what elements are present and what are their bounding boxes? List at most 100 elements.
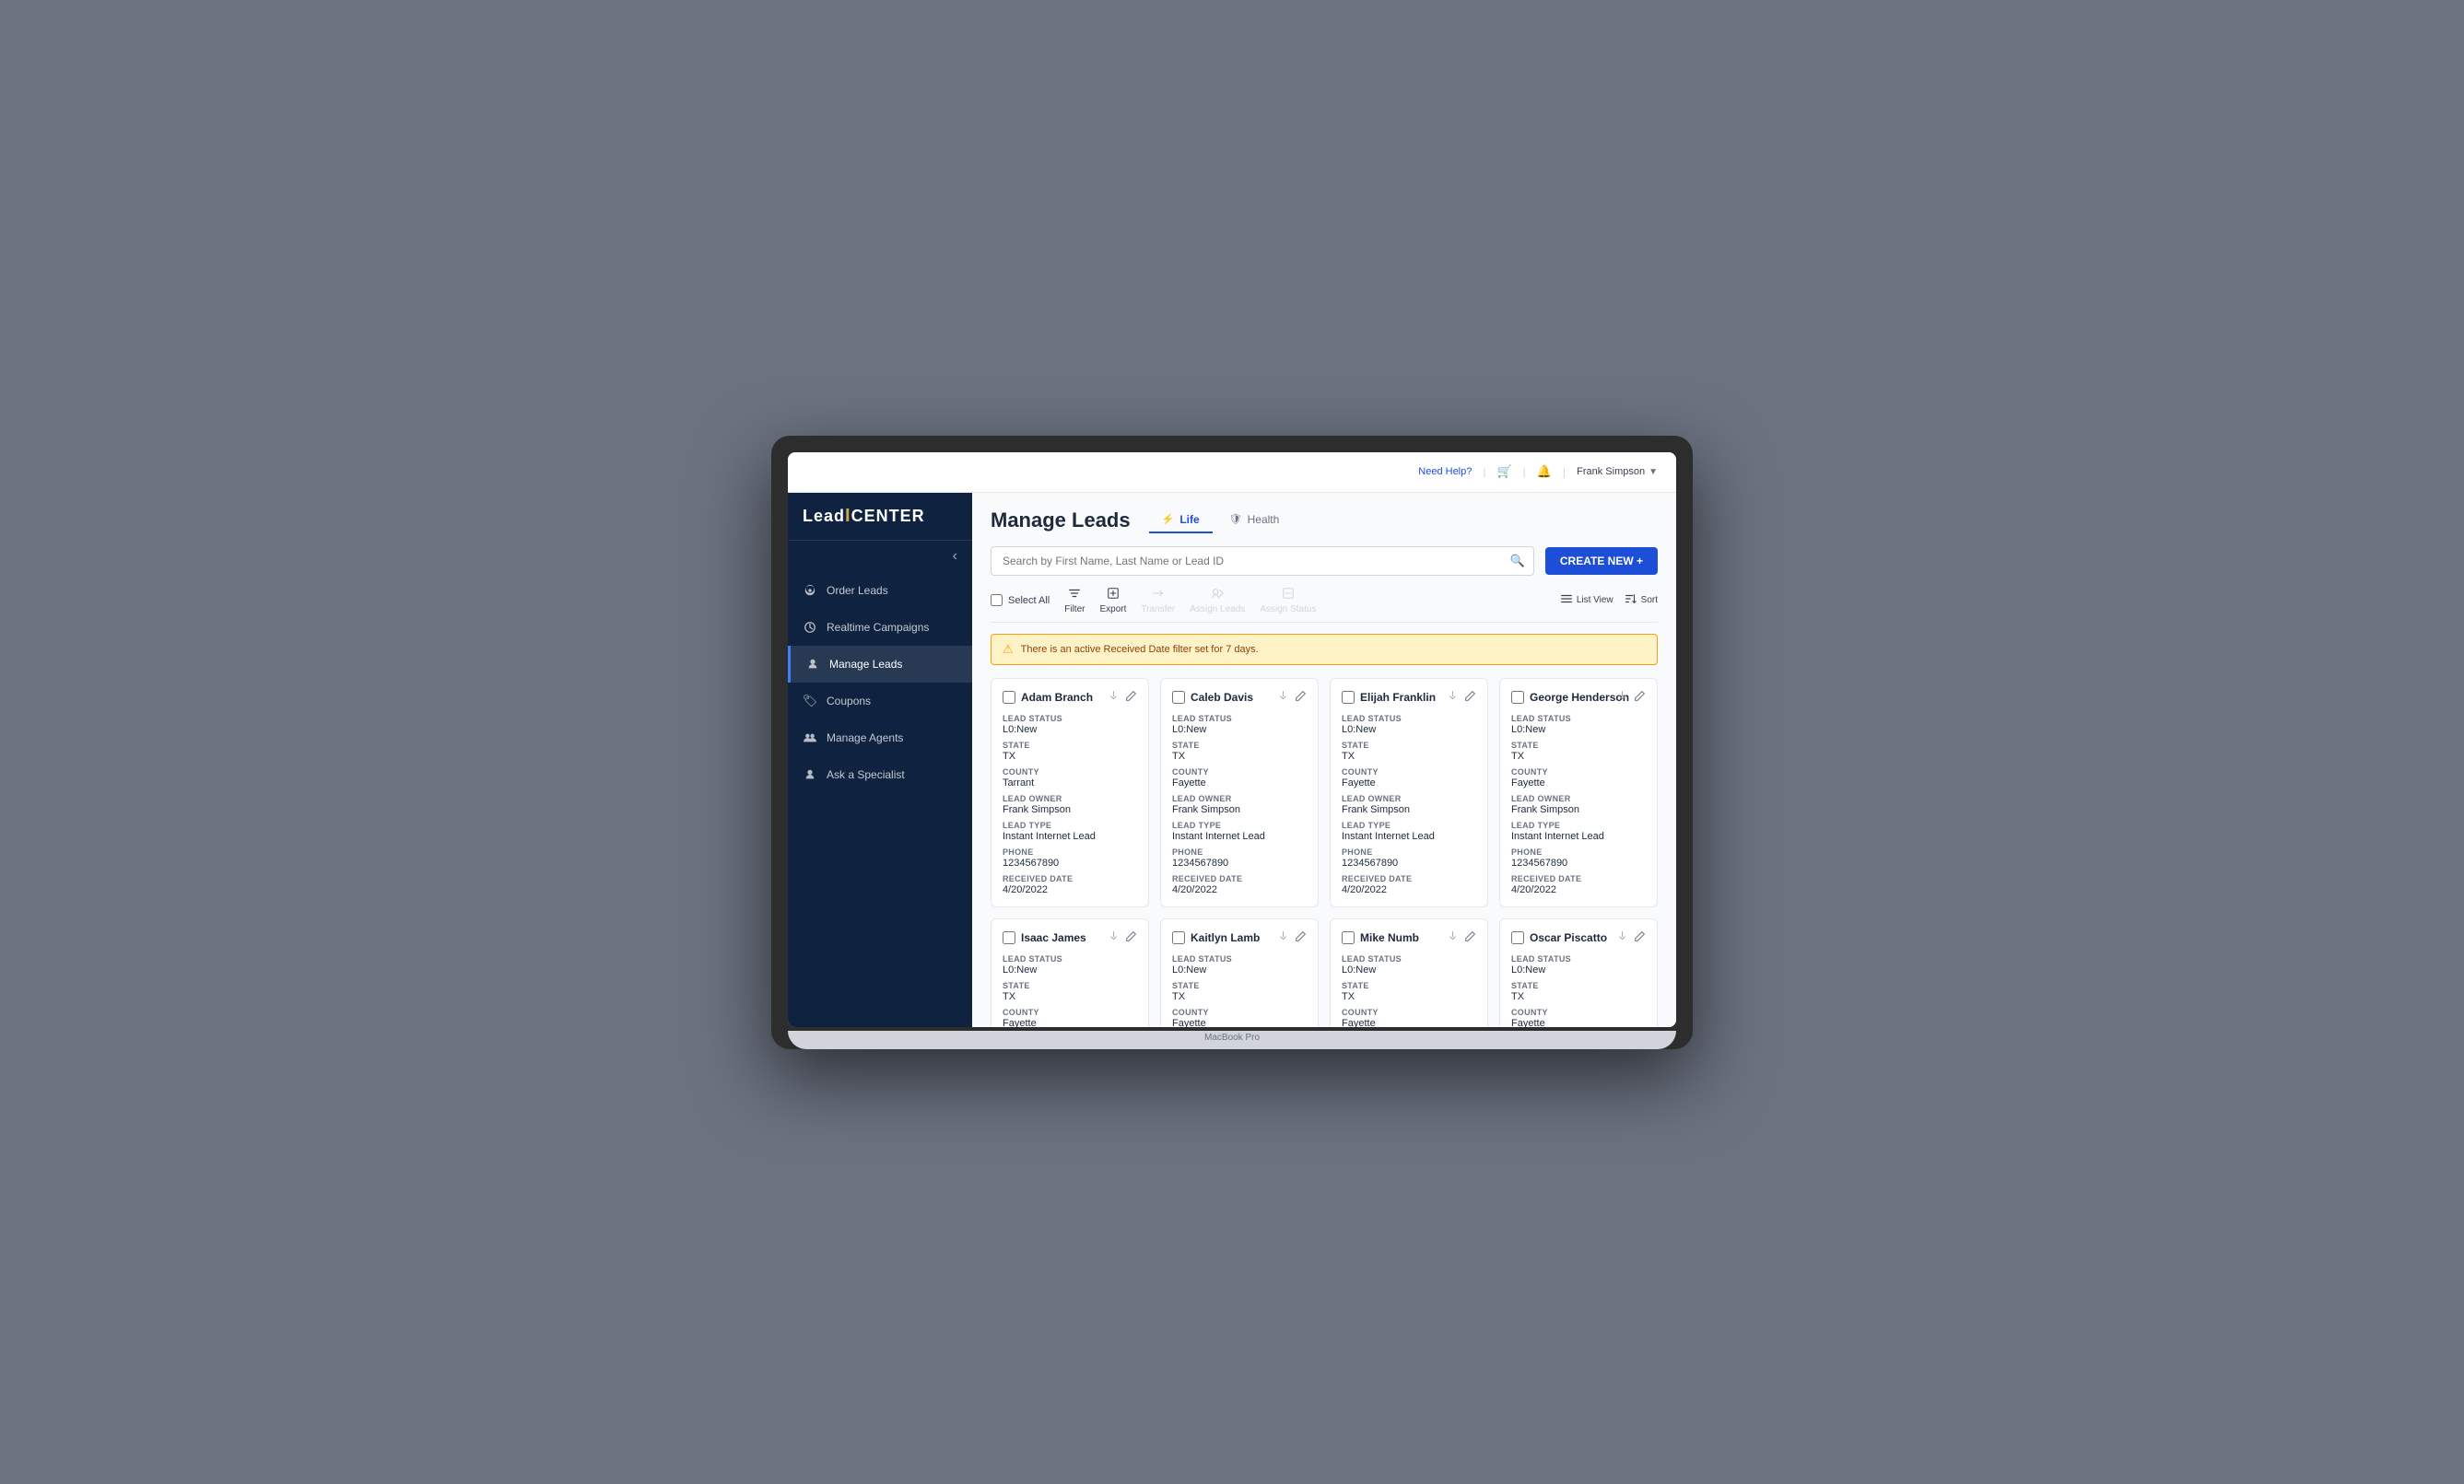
cart-icon[interactable]: 🛒 [1496, 464, 1511, 479]
card-checkbox[interactable] [1003, 931, 1015, 944]
select-all-checkbox[interactable] [991, 594, 1003, 606]
county-value: Fayette [1172, 777, 1307, 789]
create-new-button[interactable]: CREATE NEW + [1545, 547, 1658, 575]
export-button[interactable]: Export [1099, 587, 1126, 614]
sidebar-collapse[interactable]: ‹ [788, 541, 972, 572]
assign-status-icon [1282, 587, 1295, 602]
county-label: County [1342, 767, 1476, 777]
lead-owner-field: Lead Owner Frank Simpson [1511, 794, 1646, 815]
pin-icon[interactable] [1109, 930, 1119, 943]
search-input[interactable] [991, 546, 1534, 576]
received-date-field: Received Date 4/20/2022 [1003, 874, 1137, 895]
lead-status-value: L0:New [1511, 964, 1646, 976]
card-checkbox[interactable] [1342, 931, 1355, 944]
pin-icon[interactable] [1278, 930, 1288, 943]
sidebar-item-manage-agents[interactable]: Manage Agents [788, 719, 972, 756]
county-label: County [1003, 1008, 1137, 1017]
card-checkbox[interactable] [1172, 931, 1185, 944]
search-icon: 🔍 [1510, 554, 1525, 568]
card-name-row: Elijah Franklin [1342, 691, 1436, 704]
card-checkbox[interactable] [1511, 691, 1524, 704]
pin-icon[interactable] [1278, 690, 1288, 703]
pin-icon[interactable] [1448, 930, 1458, 943]
assign-leads-button[interactable]: Assign Leads [1190, 587, 1245, 614]
topbar-divider-1: | [1483, 465, 1485, 478]
lead-owner-value: Frank Simpson [1511, 804, 1646, 815]
card-checkbox[interactable] [1003, 691, 1015, 704]
tab-health-label: Health [1248, 513, 1280, 526]
card-checkbox[interactable] [1511, 931, 1524, 944]
sidebar-item-ask-specialist[interactable]: Ask a Specialist [788, 756, 972, 793]
pin-icon[interactable] [1448, 690, 1458, 703]
list-view-button[interactable]: List View [1560, 592, 1613, 608]
filter-button[interactable]: Filter [1064, 587, 1085, 614]
select-all-label[interactable]: Select All [1008, 595, 1050, 606]
edit-icon[interactable] [1464, 930, 1476, 945]
user-menu[interactable]: Frank Simpson ▼ [1577, 466, 1658, 477]
sidebar-item-realtime-campaigns[interactable]: Realtime Campaigns [788, 609, 972, 646]
received-date-label: Received Date [1511, 874, 1646, 883]
transfer-button[interactable]: Transfer [1141, 587, 1175, 614]
lead-type-label: Lead Type [1342, 821, 1476, 830]
card-checkbox[interactable] [1172, 691, 1185, 704]
state-value: TX [1172, 991, 1307, 1002]
sidebar-item-manage-leads[interactable]: Manage Leads [788, 646, 972, 683]
received-date-field: Received Date 4/20/2022 [1172, 874, 1307, 895]
card-fields: Lead Status L0:New State TX County Fayet… [1511, 954, 1646, 1027]
edit-icon[interactable] [1634, 690, 1646, 705]
state-field: State TX [1342, 741, 1476, 762]
card-name: George Henderson [1530, 691, 1629, 704]
laptop-base: MacBook Pro [788, 1031, 1676, 1049]
toolbar-right: List View Sort [1560, 592, 1658, 608]
pin-icon[interactable] [1617, 930, 1627, 943]
state-label: State [1172, 981, 1307, 990]
filter-icon [1068, 587, 1081, 602]
state-label: State [1342, 981, 1476, 990]
received-date-field: Received Date 4/20/2022 [1342, 874, 1476, 895]
phone-field: Phone 1234567890 [1511, 847, 1646, 869]
health-tab-icon: 🛡 [1229, 513, 1242, 525]
pin-icon[interactable] [1109, 690, 1119, 703]
edit-icon[interactable] [1125, 930, 1137, 945]
lead-status-label: Lead Status [1342, 714, 1476, 723]
edit-icon[interactable] [1295, 690, 1307, 705]
edit-icon[interactable] [1295, 930, 1307, 945]
edit-icon[interactable] [1634, 930, 1646, 945]
transfer-icon [1152, 587, 1165, 602]
county-label: County [1511, 1008, 1646, 1017]
sort-button[interactable]: Sort [1625, 592, 1658, 608]
sidebar-item-coupons[interactable]: 🏷 Coupons [788, 683, 972, 719]
need-help-link[interactable]: Need Help? [1418, 466, 1472, 477]
sidebar-item-label: Ask a Specialist [827, 768, 905, 781]
phone-field: Phone 1234567890 [1342, 847, 1476, 869]
card-name-row: George Henderson [1511, 691, 1629, 704]
card-actions [1295, 930, 1307, 945]
county-label: County [1511, 767, 1646, 777]
card-checkbox[interactable] [1342, 691, 1355, 704]
edit-icon[interactable] [1464, 690, 1476, 705]
card-name: Adam Branch [1021, 691, 1093, 704]
lead-owner-field: Lead Owner Frank Simpson [1003, 794, 1137, 815]
received-date-label: Received Date [1342, 874, 1476, 883]
assign-leads-label: Assign Leads [1190, 604, 1245, 614]
assign-status-button[interactable]: Assign Status [1260, 587, 1316, 614]
bell-icon[interactable]: 🔔 [1537, 464, 1552, 479]
lead-type-field: Lead Type Instant Internet Lead [1003, 821, 1137, 842]
user-name: Frank Simpson [1577, 466, 1645, 477]
edit-icon[interactable] [1125, 690, 1137, 705]
sidebar-item-order-leads[interactable]: Order Leads [788, 572, 972, 609]
card-fields: Lead Status L0:New State TX County Fayet… [1172, 954, 1307, 1027]
sidebar-item-label: Coupons [827, 695, 871, 707]
state-field: State TX [1003, 741, 1137, 762]
tab-life[interactable]: ⚡ Life [1149, 508, 1213, 533]
lead-status-field: Lead Status L0:New [1003, 714, 1137, 735]
collapse-icon[interactable]: ‹ [953, 548, 957, 564]
pin-icon[interactable] [1617, 690, 1627, 703]
tab-health[interactable]: 🛡 Health [1216, 508, 1293, 533]
transfer-label: Transfer [1141, 604, 1175, 614]
lead-card: Adam Branch Lead Status L0:New State TX … [991, 678, 1149, 907]
lead-status-label: Lead Status [1003, 714, 1137, 723]
card-name: Kaitlyn Lamb [1191, 931, 1260, 944]
lead-status-field: Lead Status L0:New [1172, 714, 1307, 735]
topbar-divider-3: | [1563, 465, 1566, 478]
